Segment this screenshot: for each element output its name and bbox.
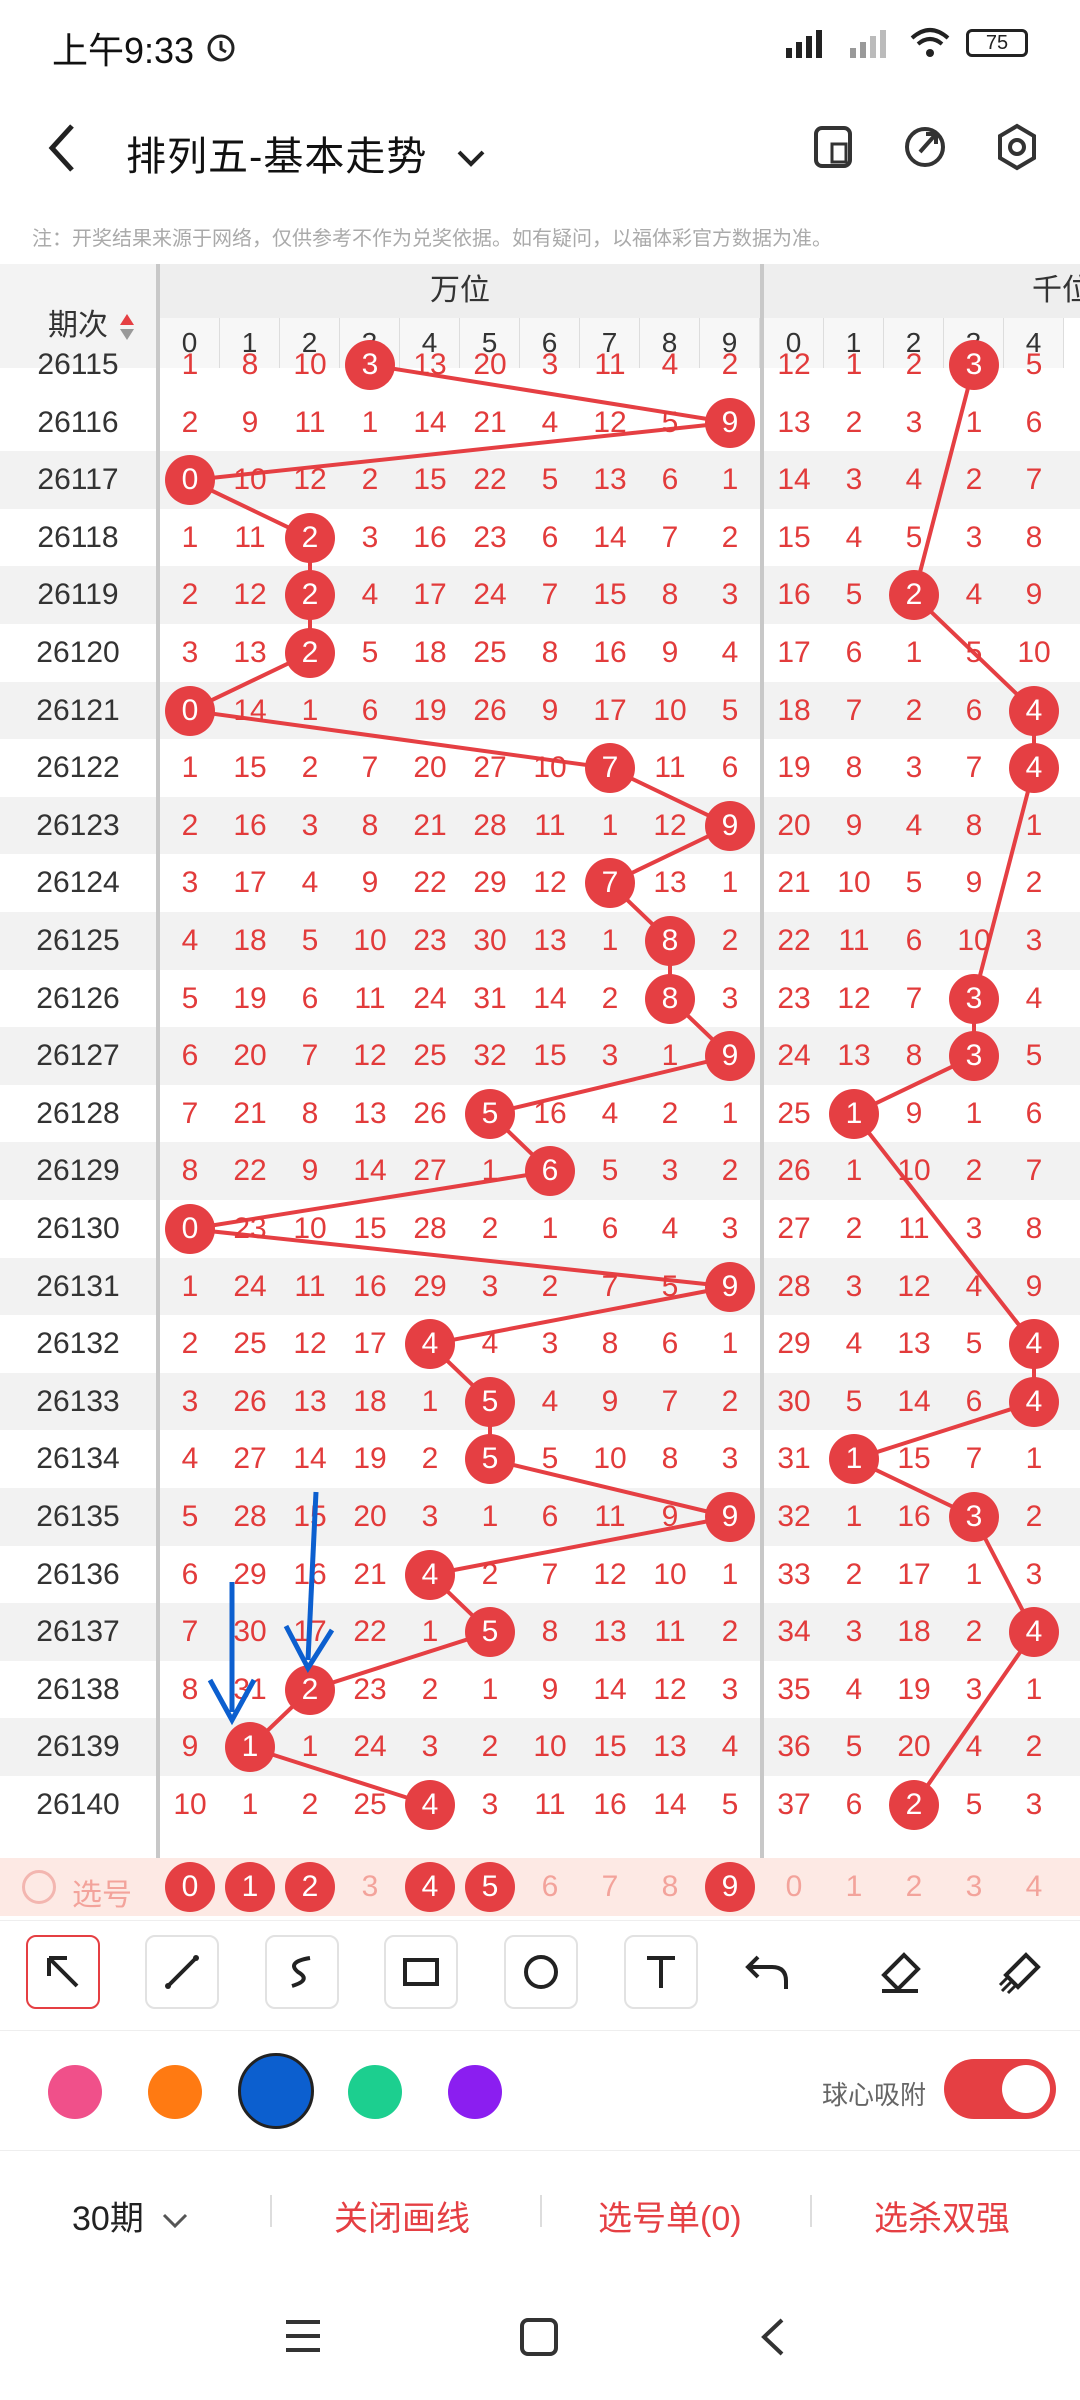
text-icon [647, 1956, 675, 1988]
undo-button[interactable] [744, 1949, 792, 2002]
header-actions [810, 122, 1040, 172]
period-select-label: 30期 [72, 2200, 144, 2238]
signal-icon [786, 30, 822, 58]
phone-layout-button[interactable] [810, 122, 856, 172]
menu-icon[interactable] [282, 2316, 324, 2356]
eraser-icon [881, 1952, 921, 1993]
wifi-icon [910, 28, 950, 57]
divider [540, 2195, 542, 2227]
curve-icon [291, 1956, 311, 1988]
period-select[interactable]: 30期 [72, 2191, 189, 2240]
rectangle-tool-button[interactable] [384, 1935, 458, 2009]
close-lines-button[interactable]: 关闭画线 [334, 2191, 470, 2240]
status-icons: 75 [782, 26, 1028, 60]
status-time: 上午9:33 [52, 30, 195, 71]
rectangle-icon [403, 1958, 439, 1986]
selection-list-button[interactable]: 选号单(0) [598, 2191, 742, 2240]
snap-label: 球心吸附 [822, 2080, 927, 2110]
arrow-cursor-icon [47, 1956, 79, 1988]
trend-chart: 期次 万位 千位 0123456789 01234 26115181031320… [0, 264, 1080, 1916]
color-orange[interactable] [148, 2065, 202, 2119]
battery-indicator: 75 [966, 29, 1028, 57]
signal-2-icon [850, 30, 886, 58]
page-title-text: 排列五-基本走势 [126, 135, 428, 179]
chevron-left-icon [48, 124, 74, 172]
color-green[interactable] [348, 2065, 402, 2119]
alarm-icon [207, 34, 235, 62]
page-title[interactable]: 排列五-基本走势 [126, 124, 487, 182]
system-nav-bar [0, 2270, 1080, 2400]
settings-button[interactable] [994, 122, 1040, 172]
color-purple[interactable] [448, 2065, 502, 2119]
bottom-action-bar: 30期 关闭画线 选号单(0) 选杀双强 [0, 2150, 1080, 2270]
back-nav-icon[interactable] [756, 2314, 790, 2360]
drawing-toolbar [0, 1920, 1080, 2030]
snap-toggle[interactable] [944, 2059, 1056, 2119]
home-icon[interactable] [518, 2316, 560, 2358]
text-tool-button[interactable] [624, 1935, 698, 2009]
divider [810, 2195, 812, 2227]
clear-button[interactable] [996, 1949, 1044, 2002]
divider [270, 2195, 272, 2227]
undo-icon [745, 1955, 788, 1989]
status-bar: 上午9:33 75 [0, 0, 1080, 90]
freehand-tool-button[interactable] [265, 1935, 339, 2009]
chevron-down-icon [163, 2213, 188, 2229]
select-tool-button[interactable] [26, 1935, 100, 2009]
color-pink[interactable] [48, 2065, 102, 2119]
circle-icon [524, 1955, 558, 1989]
color-picker-row: 球心吸附 [0, 2030, 1080, 2150]
line-icon [165, 1955, 199, 1989]
back-button[interactable] [42, 118, 82, 191]
color-blue-selected[interactable] [238, 2053, 314, 2129]
pick-button[interactable]: 选杀双强 [874, 2191, 1010, 2240]
broom-icon [998, 1952, 1041, 1995]
chevron-down-icon [458, 151, 485, 168]
app-header: 排列五-基本走势 [0, 100, 1080, 200]
disclaimer-note: 注：开奖结果来源于网络，仅供参考不作为兑奖依据。如有疑问，以福体彩官方数据为准。 [32, 228, 832, 250]
snap-toggle-knob [1002, 2065, 1050, 2113]
eraser-button[interactable] [876, 1949, 924, 2002]
share-button[interactable] [902, 122, 948, 172]
user-drawn-arrows[interactable] [0, 264, 1080, 1916]
circle-tool-button[interactable] [504, 1935, 578, 2009]
line-tool-button[interactable] [145, 1935, 219, 2009]
